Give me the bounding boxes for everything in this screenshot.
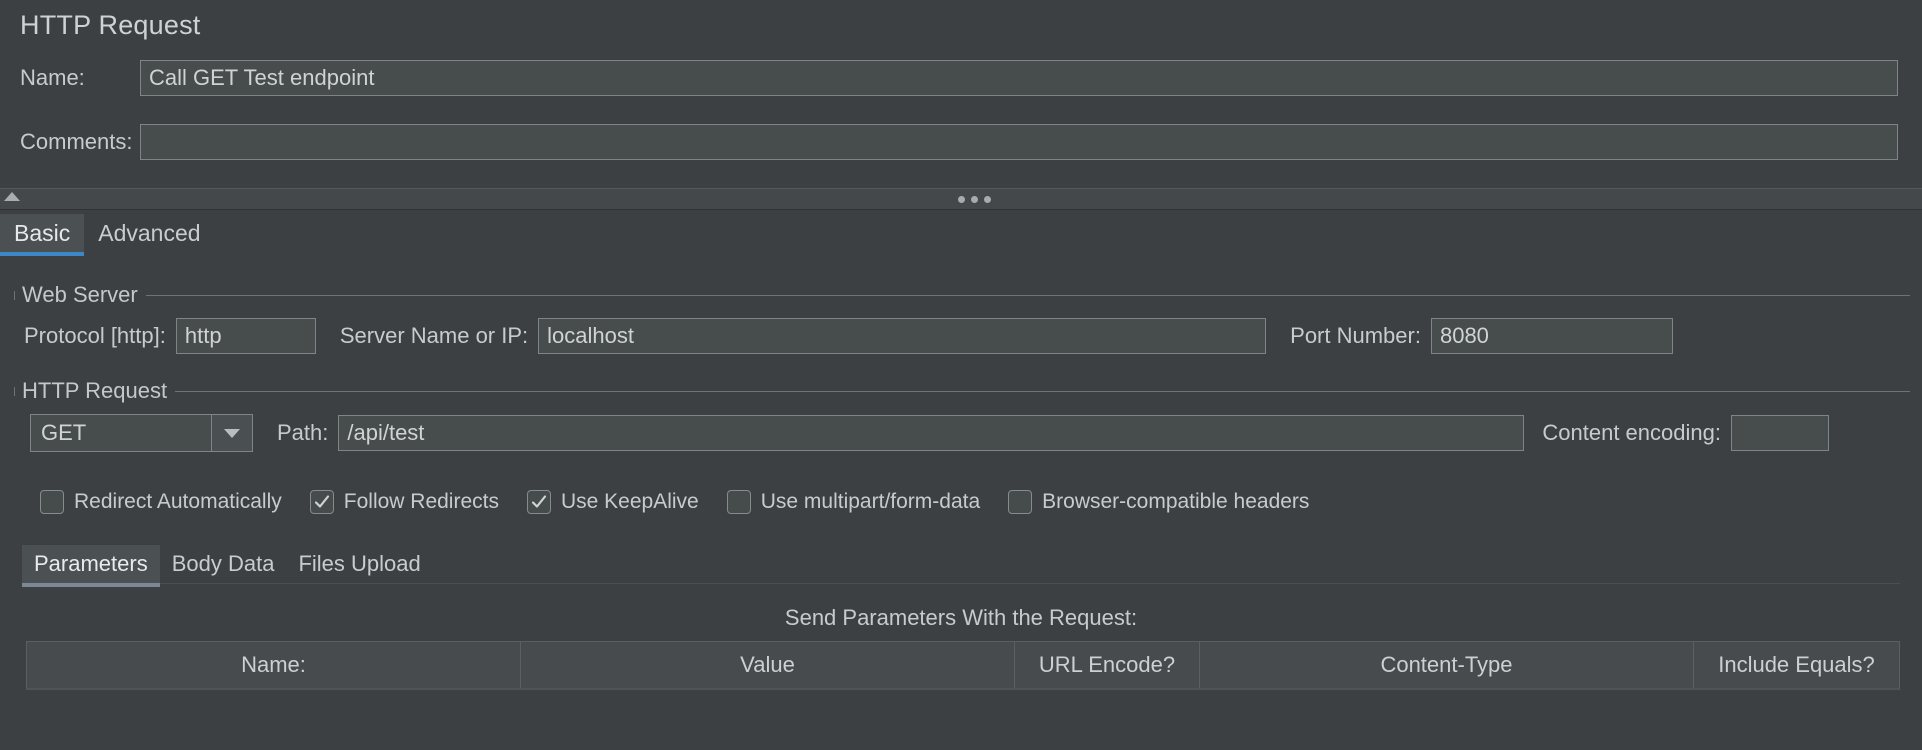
checkbox-label: Browser-compatible headers: [1042, 490, 1309, 514]
path-input[interactable]: /api/test: [338, 415, 1524, 451]
triangle-up-icon[interactable]: [4, 192, 20, 201]
checkbox-label: Use KeepAlive: [561, 490, 699, 514]
checkbox-use-keepalive[interactable]: Use KeepAlive: [527, 490, 699, 514]
checkbox-browser-compatible-headers[interactable]: Browser-compatible headers: [1008, 490, 1309, 514]
protocol-label: Protocol [http]:: [24, 323, 166, 349]
comments-label: Comments:: [0, 129, 140, 155]
name-label: Name:: [0, 65, 140, 91]
chevron-down-icon[interactable]: [211, 415, 252, 451]
checkbox-checked-icon[interactable]: [527, 490, 551, 514]
group-corner-tick: [14, 387, 15, 396]
group-divider-line: [14, 391, 1910, 392]
dot: [971, 196, 978, 203]
checkbox-label: Redirect Automatically: [74, 490, 282, 514]
http-request-panel: HTTP Request Name: Call GET Test endpoin…: [0, 0, 1922, 750]
checkbox-unchecked-icon[interactable]: [40, 490, 64, 514]
column-header-value[interactable]: Value: [521, 642, 1015, 688]
column-header-url-encode[interactable]: URL Encode?: [1015, 642, 1200, 688]
splitter-arrows: [4, 192, 43, 201]
content-encoding-label: Content encoding:: [1542, 420, 1721, 446]
web-server-fields-row: Protocol [http]: http Server Name or IP:…: [12, 318, 1910, 354]
parameters-table-header: Name: Value URL Encode? Content-Type Inc…: [26, 641, 1900, 690]
dot: [958, 196, 965, 203]
tab-basic[interactable]: Basic: [0, 214, 84, 252]
checkbox-follow-redirects[interactable]: Follow Redirects: [310, 490, 499, 514]
tab-parameters[interactable]: Parameters: [22, 545, 160, 583]
name-row: Name: Call GET Test endpoint: [0, 58, 1922, 98]
parameters-table-caption: Send Parameters With the Request:: [0, 605, 1922, 631]
method-select-value: GET: [31, 415, 211, 451]
main-tab-bar: Basic Advanced: [0, 214, 1922, 258]
comments-input[interactable]: [140, 124, 1898, 160]
path-label: Path:: [277, 420, 328, 446]
checkbox-checked-icon[interactable]: [310, 490, 334, 514]
http-request-group-header: HTTP Request: [12, 378, 1910, 404]
dot: [984, 196, 991, 203]
page-title: HTTP Request: [20, 10, 200, 41]
checkbox-unchecked-icon[interactable]: [1008, 490, 1032, 514]
checkbox-redirect-automatically[interactable]: Redirect Automatically: [40, 490, 282, 514]
web-server-group-header: Web Server: [12, 282, 1910, 308]
splitter-bar[interactable]: [0, 188, 1922, 210]
checkbox-unchecked-icon[interactable]: [727, 490, 751, 514]
server-name-input[interactable]: localhost: [538, 318, 1266, 354]
name-input[interactable]: Call GET Test endpoint: [140, 60, 1898, 96]
content-encoding-input[interactable]: [1731, 415, 1829, 451]
group-divider-line: [14, 295, 1910, 296]
checkbox-label: Follow Redirects: [344, 490, 499, 514]
column-header-include-equals[interactable]: Include Equals?: [1694, 642, 1899, 688]
http-request-group-title: HTTP Request: [12, 378, 175, 404]
port-number-label: Port Number:: [1290, 323, 1421, 349]
tab-advanced[interactable]: Advanced: [84, 214, 214, 252]
request-options-checkbox-row: Redirect Automatically Follow Redirects …: [40, 490, 1337, 514]
tab-body-data[interactable]: Body Data: [160, 545, 287, 583]
comments-row: Comments:: [0, 122, 1922, 162]
web-server-group-title: Web Server: [12, 282, 146, 308]
group-corner-tick: [14, 291, 15, 300]
http-request-group: HTTP Request GET Path: /api/test Content…: [12, 378, 1910, 452]
checkbox-label: Use multipart/form-data: [761, 490, 980, 514]
sub-tab-underline-track: [22, 583, 1900, 584]
port-number-input[interactable]: 8080: [1431, 318, 1673, 354]
method-select[interactable]: GET: [30, 414, 253, 452]
http-request-fields-row: GET Path: /api/test Content encoding:: [12, 414, 1910, 452]
parameters-table-body[interactable]: [26, 691, 1900, 750]
sub-tab-bar: Parameters Body Data Files Upload: [22, 545, 433, 583]
column-header-name[interactable]: Name:: [27, 642, 521, 688]
three-dots-icon[interactable]: [958, 196, 991, 203]
tab-files-upload[interactable]: Files Upload: [286, 545, 432, 583]
server-name-label: Server Name or IP:: [340, 323, 528, 349]
protocol-input[interactable]: http: [176, 318, 316, 354]
checkbox-use-multipart-form-data[interactable]: Use multipart/form-data: [727, 490, 980, 514]
column-header-content-type[interactable]: Content-Type: [1200, 642, 1694, 688]
web-server-group: Web Server Protocol [http]: http Server …: [12, 282, 1910, 354]
